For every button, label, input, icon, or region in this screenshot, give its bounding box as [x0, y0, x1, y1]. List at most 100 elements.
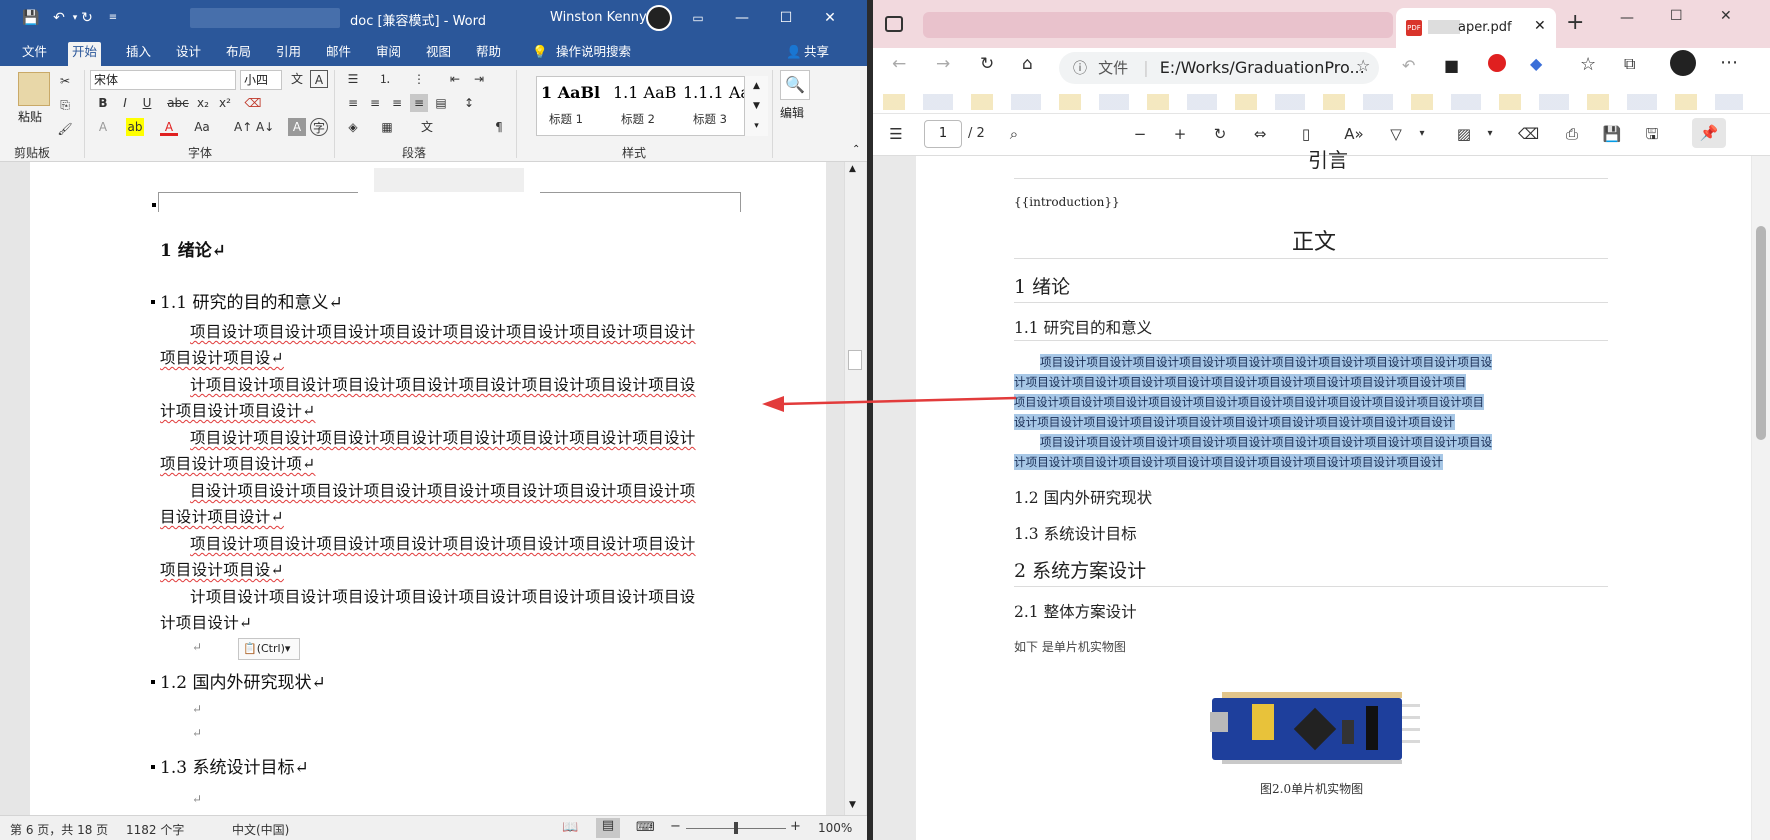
print-layout-icon[interactable]: ▤: [596, 818, 620, 838]
pdf-selected-line[interactable]: 项目设计项目设计项目设计项目设计项目设计项目设计项目设计项目设计项目设计项目设: [1040, 354, 1493, 370]
style-heading2-preview[interactable]: 1.1 AaB: [613, 83, 676, 102]
doc-paragraph-line[interactable]: 项目设计项目设↵: [160, 558, 284, 580]
pdf-selected-line[interactable]: 计项目设计项目设计项目设计项目设计项目设计项目设计项目设计项目设计项目设计项目: [1014, 374, 1467, 390]
doc-paragraph-line[interactable]: 项目设计项目设计项↵: [160, 452, 316, 474]
font-phonetic-icon[interactable]: 文: [288, 70, 306, 88]
profile-avatar[interactable]: [1670, 50, 1696, 76]
pdf-selected-line[interactable]: 设计项目设计项目设计项目设计项目设计项目设计项目设计项目设计项目设计项目设计: [1014, 414, 1455, 430]
tab-title[interactable]: aper.pdf: [1458, 20, 1512, 35]
chinese-layout-icon[interactable]: 文: [418, 118, 436, 136]
close-tab-icon[interactable]: ✕: [1534, 18, 1546, 34]
zoom-level[interactable]: 100%: [818, 821, 852, 835]
maximize-icon[interactable]: ☐: [776, 8, 796, 28]
doc-paragraph-line[interactable]: 项目设计项目设计项目设计项目设计项目设计项目设计项目设计项目设计: [190, 426, 696, 448]
numbering-icon[interactable]: ⒈: [376, 70, 394, 88]
zoom-in-icon[interactable]: +: [1170, 124, 1190, 144]
align-left-icon[interactable]: ≡: [344, 94, 362, 112]
share-button[interactable]: 共享: [800, 42, 833, 66]
multilevel-list-icon[interactable]: ⋮: [410, 70, 428, 88]
copy-icon[interactable]: ⎘: [56, 96, 74, 114]
workspaces-icon[interactable]: [885, 16, 903, 32]
more-menu-icon[interactable]: ⋯: [1720, 52, 1738, 73]
minimize-icon[interactable]: —: [732, 8, 752, 28]
tell-me-search[interactable]: 操作说明搜索: [552, 42, 635, 66]
collapse-ribbon-icon[interactable]: ⌃: [852, 144, 860, 155]
undo-share-icon[interactable]: ↶: [1402, 56, 1415, 75]
clear-formatting-icon[interactable]: ⌫: [244, 94, 262, 112]
distributed-icon[interactable]: ▤: [432, 94, 450, 112]
close-icon[interactable]: ✕: [1720, 8, 1732, 24]
show-marks-icon[interactable]: ¶: [490, 118, 508, 136]
web-layout-icon[interactable]: ⌨: [636, 820, 655, 835]
format-painter-icon[interactable]: 🖌: [56, 120, 74, 138]
redo-icon[interactable]: ↻: [78, 9, 96, 27]
scroll-down-icon[interactable]: ▼: [849, 800, 856, 810]
scroll-thumb[interactable]: [848, 350, 862, 370]
draw-icon[interactable]: ▽: [1386, 124, 1406, 144]
font-size-select[interactable]: 小四: [240, 70, 282, 90]
bullets-icon[interactable]: ☰: [344, 70, 362, 88]
tab-file[interactable]: 文件: [18, 42, 51, 66]
extension-2-icon[interactable]: [1488, 54, 1506, 72]
favorites-icon[interactable]: ☆: [1580, 54, 1596, 75]
doc-paragraph-line[interactable]: 计项目设计↵: [160, 611, 252, 633]
zoom-slider-thumb[interactable]: [734, 822, 738, 834]
bold-icon[interactable]: B: [94, 94, 112, 112]
pdf-scroll-thumb[interactable]: [1756, 226, 1766, 440]
doc-paragraph-line[interactable]: 项目设计项目设计项目设计项目设计项目设计项目设计项目设计项目设计: [190, 320, 696, 342]
style-heading1-name[interactable]: 标题 1: [549, 111, 583, 127]
user-name[interactable]: Winston Kenny: [550, 10, 647, 25]
contents-icon[interactable]: ☰: [886, 124, 906, 144]
doc-paragraph-line[interactable]: 目设计项目设计项目设计项目设计项目设计项目设计项目设计项目设计项: [190, 479, 696, 501]
address-bar[interactable]: ⓘ 文件 | E:/Works/GraduationPro...: [1059, 52, 1379, 84]
tab-insert[interactable]: 插入: [122, 42, 155, 66]
favorite-add-icon[interactable]: ☆: [1356, 56, 1370, 75]
address-text[interactable]: E:/Works/GraduationPro...: [1160, 58, 1365, 77]
home-icon[interactable]: ⌂: [1022, 54, 1033, 74]
grow-font-icon[interactable]: A↑: [234, 118, 252, 136]
pdf-scrollbar[interactable]: [1752, 156, 1770, 840]
find-icon[interactable]: 🔍: [780, 70, 810, 100]
style-heading3-preview[interactable]: 1.1.1 Aa: [683, 83, 750, 102]
read-aloud-icon[interactable]: A»: [1344, 124, 1364, 144]
paste-label[interactable]: 粘贴: [18, 108, 42, 125]
cut-icon[interactable]: ✂: [56, 72, 74, 90]
doc-paragraph-line[interactable]: 项目设计项目设计项目设计项目设计项目设计项目设计项目设计项目设计: [190, 532, 696, 554]
zoom-in-icon[interactable]: +: [790, 819, 801, 834]
font-name-select[interactable]: 宋体: [90, 70, 236, 90]
shrink-font-icon[interactable]: A↓: [256, 118, 274, 136]
rotate-icon[interactable]: ↻: [1210, 124, 1230, 144]
scroll-up-icon[interactable]: ▲: [849, 164, 856, 174]
avatar[interactable]: [646, 5, 672, 31]
doc-paragraph-line[interactable]: 目设计项目设计↵: [160, 505, 284, 527]
doc-heading-1[interactable]: 1 绪论↵: [160, 236, 226, 261]
pdf-selected-line[interactable]: 项目设计项目设计项目设计项目设计项目设计项目设计项目设计项目设计项目设计项目设计…: [1014, 394, 1484, 410]
editing-button[interactable]: 编辑: [780, 104, 804, 121]
refresh-icon[interactable]: ↻: [980, 54, 994, 74]
info-icon[interactable]: ⓘ: [1073, 61, 1087, 77]
print-icon[interactable]: ⎙: [1562, 124, 1582, 144]
ribbon-display-icon[interactable]: ▭: [688, 8, 708, 28]
doc-paragraph-line[interactable]: 项目设计项目设↵: [160, 346, 284, 368]
tab-view[interactable]: 视图: [422, 42, 455, 66]
doc-paragraph-line[interactable]: 计项目设计项目设计项目设计项目设计项目设计项目设计项目设计项目设: [190, 585, 696, 607]
justify-icon[interactable]: ≡: [410, 94, 428, 112]
vertical-scrollbar[interactable]: ▲ ▼: [844, 162, 866, 815]
italic-icon[interactable]: I: [116, 94, 134, 112]
character-shading-icon[interactable]: A: [288, 118, 306, 136]
lightbulb-icon[interactable]: 💡: [528, 42, 552, 66]
page-count[interactable]: 第 6 页，共 18 页: [10, 821, 108, 838]
align-right-icon[interactable]: ≡: [388, 94, 406, 112]
maximize-icon[interactable]: ☐: [1670, 8, 1683, 24]
text-effects-icon[interactable]: A: [94, 118, 112, 136]
enclose-characters-icon[interactable]: 字: [310, 118, 328, 136]
decrease-indent-icon[interactable]: ⇤: [446, 70, 464, 88]
underline-icon[interactable]: U: [138, 94, 156, 112]
pdf-selected-line[interactable]: 计项目设计项目设计项目设计项目设计项目设计项目设计项目设计项目设计项目设计: [1014, 454, 1443, 470]
doc-heading-1-3[interactable]: 1.3 系统设计目标↵: [160, 753, 309, 778]
tab-design[interactable]: 设计: [172, 42, 205, 66]
pin-toolbar-icon[interactable]: 📌: [1692, 118, 1726, 148]
change-case-icon[interactable]: Aa: [190, 118, 214, 136]
zoom-out-icon[interactable]: −: [670, 819, 681, 834]
font-color-icon[interactable]: A: [160, 118, 178, 136]
